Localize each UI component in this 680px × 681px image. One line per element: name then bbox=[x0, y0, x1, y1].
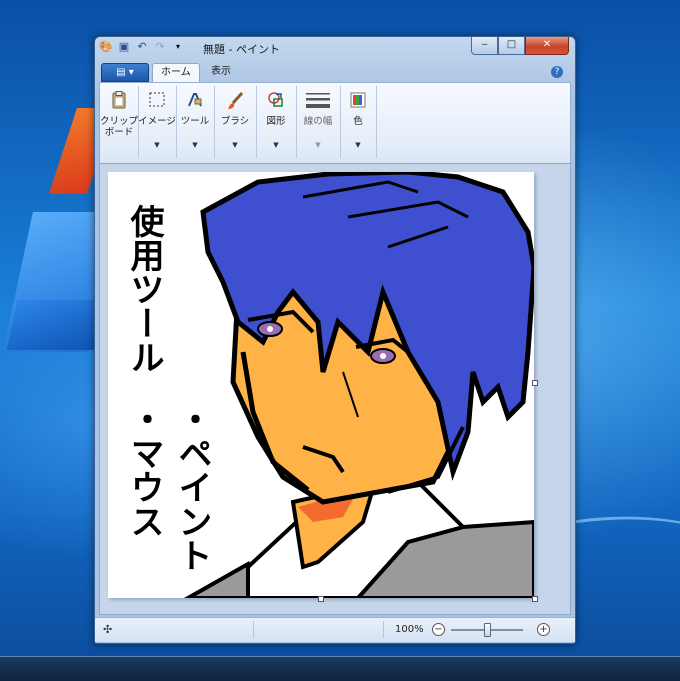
resize-handle-corner[interactable] bbox=[532, 596, 538, 602]
chevron-down-icon: ▼ bbox=[273, 141, 279, 149]
ribbon-group-line-width[interactable]: 線の幅 ▼ bbox=[296, 86, 341, 158]
tab-view[interactable]: 表示 bbox=[203, 63, 239, 81]
tab-home[interactable]: ホーム bbox=[152, 63, 200, 82]
ribbon-group-tools[interactable]: ツール ▼ bbox=[176, 86, 215, 158]
close-button[interactable]: ✕ bbox=[525, 37, 569, 55]
title-bar[interactable]: 🎨 ▣ ↶ ↷ ▾ 無題 - ペイント ‒ □ ✕ bbox=[95, 37, 575, 59]
status-divider bbox=[383, 621, 384, 638]
canvas-text-tools: 使用ツール bbox=[124, 204, 164, 374]
chevron-down-icon: ▼ bbox=[154, 141, 160, 149]
help-icon[interactable]: ? bbox=[551, 66, 563, 78]
line-width-icon bbox=[305, 90, 331, 110]
brush-icon bbox=[225, 90, 245, 110]
maximize-button[interactable]: □ bbox=[498, 37, 525, 55]
ribbon-label-line-width: 線の幅 bbox=[303, 116, 333, 127]
tools-icon bbox=[185, 90, 205, 110]
ribbon-group-clipboard[interactable]: クリップ ボード bbox=[100, 86, 139, 158]
status-divider bbox=[253, 621, 254, 638]
customize-qat-icon[interactable]: ▾ bbox=[171, 40, 185, 54]
clipboard-icon bbox=[109, 90, 129, 110]
shapes-icon bbox=[266, 90, 286, 110]
status-bar: ✣ 100% − + bbox=[95, 617, 575, 642]
select-icon bbox=[147, 90, 167, 110]
ribbon-label-tools: ツール bbox=[180, 116, 210, 127]
window-title: 無題 - ペイント bbox=[203, 43, 280, 56]
chevron-down-icon: ▼ bbox=[192, 141, 198, 149]
windows-logo-blue-lower bbox=[6, 300, 106, 350]
ribbon-group-shapes[interactable]: 図形 ▼ bbox=[256, 86, 297, 158]
ribbon-label-colors: 色 bbox=[353, 116, 363, 127]
ribbon-label-image: イメージ bbox=[138, 116, 176, 127]
zoom-level: 100% bbox=[395, 624, 424, 635]
ribbon: クリップ ボード イメージ ▼ ツール ▼ ブラシ ▼ 図形 ▼ 線の幅 ▼ 色… bbox=[99, 82, 571, 164]
canvas-workspace[interactable]: 使用ツール ・ペイント ・マウス bbox=[99, 163, 571, 615]
zoom-out-button[interactable]: − bbox=[432, 623, 445, 636]
save-icon[interactable]: ▣ bbox=[117, 40, 131, 54]
redo-icon[interactable]: ↷ bbox=[153, 40, 167, 54]
zoom-slider-thumb[interactable] bbox=[484, 623, 491, 637]
resize-handle-right[interactable] bbox=[532, 380, 538, 386]
chevron-down-icon: ▼ bbox=[315, 141, 321, 149]
ribbon-group-image[interactable]: イメージ ▼ bbox=[138, 86, 177, 158]
ribbon-label-clipboard: クリップ ボード bbox=[100, 116, 139, 138]
minimize-button[interactable]: ‒ bbox=[471, 37, 498, 55]
zoom-in-button[interactable]: + bbox=[537, 623, 550, 636]
file-menu-button[interactable]: ▤ ▾ bbox=[101, 63, 149, 82]
ribbon-group-brushes[interactable]: ブラシ ▼ bbox=[214, 86, 257, 158]
canvas-text-mouse: ・マウス bbox=[124, 402, 164, 538]
resize-handle-bottom[interactable] bbox=[318, 596, 324, 602]
ribbon-label-brushes: ブラシ bbox=[220, 116, 250, 127]
drawing-canvas[interactable]: 使用ツール ・ペイント ・マウス bbox=[108, 169, 537, 600]
paint-window: 🎨 ▣ ↶ ↷ ▾ 無題 - ペイント ‒ □ ✕ ▤ ▾ ホーム 表示 ? ク… bbox=[94, 36, 576, 644]
canvas-text-paint: ・ペイント bbox=[172, 402, 212, 572]
paint-app-icon[interactable]: 🎨 bbox=[99, 40, 113, 54]
cursor-position-icon: ✣ bbox=[103, 623, 113, 636]
undo-icon[interactable]: ↶ bbox=[135, 40, 149, 54]
taskbar[interactable] bbox=[0, 656, 680, 681]
ribbon-tabs: ▤ ▾ ホーム 表示 ? bbox=[99, 62, 569, 82]
quick-access-toolbar: 🎨 ▣ ↶ ↷ ▾ bbox=[99, 40, 185, 54]
ribbon-group-colors[interactable]: 色 ▼ bbox=[340, 86, 377, 158]
chevron-down-icon: ▼ bbox=[232, 141, 238, 149]
chevron-down-icon: ▼ bbox=[355, 141, 361, 149]
ribbon-label-shapes: 図形 bbox=[266, 116, 286, 127]
color-icon bbox=[348, 90, 368, 110]
window-controls: ‒ □ ✕ bbox=[471, 37, 569, 55]
